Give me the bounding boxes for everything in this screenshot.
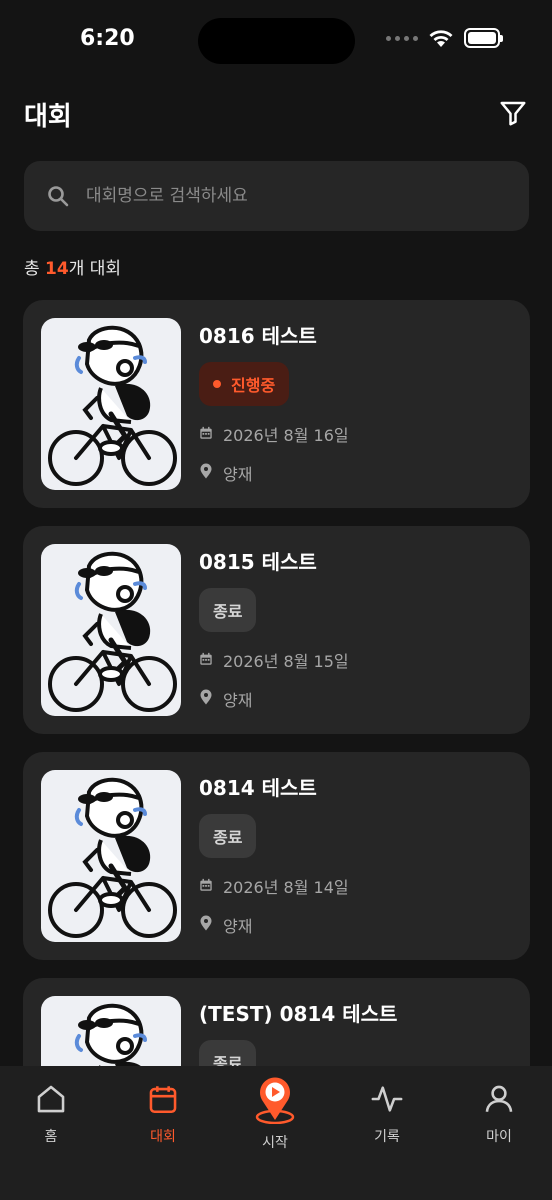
tab-home[interactable]: 홈 <box>6 1080 96 1146</box>
bottom-tab-bar: 홈 대회 시작 기록 마이 <box>0 1066 552 1200</box>
location-pin-icon <box>199 463 223 483</box>
card-date: 2026년 8월 15일 <box>199 648 349 672</box>
tab-start-label: 시작 <box>262 1135 288 1151</box>
page-header: 대회 <box>0 92 552 140</box>
card-date: 2026년 8월 14일 <box>199 874 349 898</box>
wifi-icon <box>429 30 453 47</box>
tab-start[interactable]: 시작 <box>230 1074 320 1152</box>
card-title: (TEST) 0814 테스트 <box>199 1002 398 1026</box>
card-date-text: 2026년 8월 14일 <box>223 878 349 897</box>
count-number: 14 <box>45 259 69 279</box>
home-icon <box>6 1080 96 1118</box>
activity-icon <box>342 1080 432 1118</box>
count-suffix: 개 대회 <box>68 259 122 279</box>
tab-my[interactable]: 마이 <box>454 1080 544 1146</box>
calendar-icon <box>118 1080 208 1118</box>
card-date-text: 2026년 8월 15일 <box>223 652 349 671</box>
cyclist-thumbnail <box>41 544 181 716</box>
card-title: 0815 테스트 <box>199 550 317 574</box>
count-prefix: 총 <box>24 259 46 279</box>
calendar-icon <box>199 425 223 444</box>
tab-records[interactable]: 기록 <box>342 1080 432 1146</box>
status-badge: 진행중 <box>199 362 290 406</box>
profile-icon <box>454 1080 544 1118</box>
card-title: 0816 테스트 <box>199 324 317 348</box>
card-title: 0814 테스트 <box>199 776 317 800</box>
card-location-text: 양재 <box>223 917 253 936</box>
page-title: 대회 <box>24 102 72 132</box>
status-badge: 종료 <box>199 588 257 632</box>
calendar-icon <box>199 651 223 670</box>
competition-card[interactable]: 0814 테스트 종료 2026년 8월 14일 양재 <box>23 752 530 960</box>
search-bar[interactable] <box>24 161 529 231</box>
tab-competitions[interactable]: 대회 <box>118 1080 208 1146</box>
card-location: 양재 <box>199 461 252 485</box>
cyclist-thumbnail <box>41 318 181 490</box>
tab-competitions-label: 대회 <box>150 1129 176 1145</box>
competition-card[interactable]: 0815 테스트 종료 2026년 8월 15일 양재 <box>23 526 530 734</box>
tab-my-label: 마이 <box>486 1129 512 1145</box>
dynamic-island <box>198 18 355 64</box>
tab-records-label: 기록 <box>374 1129 400 1145</box>
card-date-text: 2026년 8월 16일 <box>223 426 349 445</box>
filter-icon <box>500 101 526 126</box>
search-input[interactable] <box>86 186 466 206</box>
location-pin-icon <box>199 689 223 709</box>
competition-card[interactable]: 0816 테스트 진행중 2026년 8월 16일 양재 <box>23 300 530 508</box>
signal-dots-icon <box>386 35 418 41</box>
card-location-text: 양재 <box>223 691 253 710</box>
result-count: 총 14개 대회 <box>24 254 121 279</box>
status-time: 6:20 <box>80 26 135 51</box>
location-pin-icon <box>199 915 223 935</box>
filter-button[interactable] <box>498 98 528 128</box>
status-icons <box>386 28 503 48</box>
card-date: 2026년 8월 16일 <box>199 422 349 446</box>
card-location: 양재 <box>199 687 252 711</box>
tab-home-label: 홈 <box>44 1129 58 1145</box>
calendar-icon <box>199 877 223 896</box>
status-badge: 종료 <box>199 814 257 858</box>
card-location: 양재 <box>199 913 252 937</box>
card-location-text: 양재 <box>223 465 253 484</box>
start-icon <box>230 1074 320 1124</box>
cyclist-thumbnail <box>41 770 181 942</box>
competition-list: 0816 테스트 진행중 2026년 8월 16일 양재 0815 테스트 종료… <box>23 300 530 1200</box>
search-icon <box>48 186 69 207</box>
battery-icon <box>464 28 503 48</box>
status-bar: 6:20 <box>0 0 552 84</box>
